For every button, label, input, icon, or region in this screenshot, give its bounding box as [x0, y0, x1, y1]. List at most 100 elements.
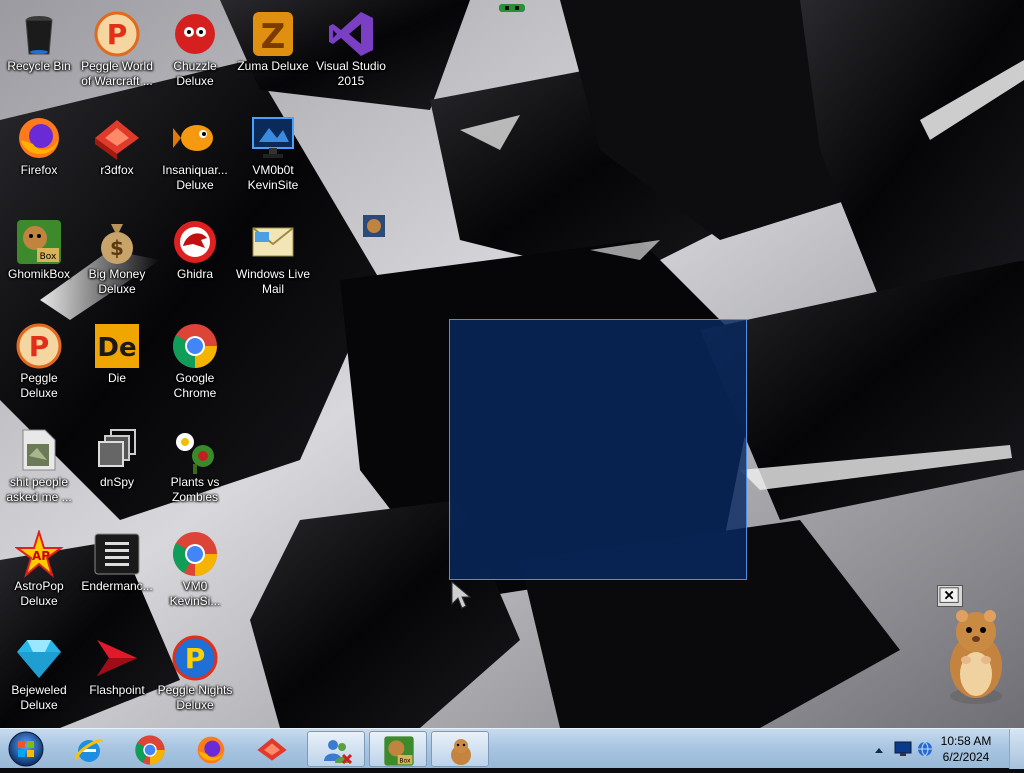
mail-icon: [249, 218, 297, 266]
hamster-box-icon: Box: [15, 218, 63, 266]
desktop-icon-endermanch[interactable]: Endermanc...: [79, 522, 155, 618]
clock[interactable]: 10:58 AM 6/2/2024: [934, 733, 998, 765]
svg-text:Box: Box: [40, 252, 57, 262]
monitor-icon: [249, 114, 297, 162]
desktop-icon-vm0-kevinsite[interactable]: VM0 KevinSi...: [157, 522, 233, 618]
icon-label: AstroPop Deluxe: [14, 579, 64, 608]
flashpoint-icon: [93, 634, 141, 682]
taskbar-users-button[interactable]: [307, 731, 365, 767]
desktop-icon-ghidra[interactable]: Ghidra: [157, 210, 233, 306]
desktop-icon-dnspy[interactable]: dnSpy: [79, 418, 155, 514]
clock-date: 6/2/2024: [942, 750, 990, 764]
desktop-icon-peggle-nights[interactable]: P Peggle Nights Deluxe: [157, 626, 233, 722]
chrome-icon: [171, 322, 219, 370]
recycle-bin-icon: [15, 10, 63, 58]
r3dfox-icon: [93, 114, 141, 162]
icon-label: shit people asked me ...: [6, 475, 72, 504]
icon-label: Peggle World of Warcraft ...: [81, 59, 153, 88]
astropop-icon: AP: [15, 530, 63, 578]
desktop-icon-peggle-wow[interactable]: P Peggle World of Warcraft ...: [79, 2, 155, 98]
svg-text:$: $: [110, 236, 124, 260]
hamster-box-icon: Box: [384, 736, 414, 766]
desktop-icon-big-money[interactable]: $ Big Money Deluxe: [79, 210, 155, 306]
icon-label: Endermanc...: [81, 579, 153, 593]
icon-label: Visual Studio 2015: [316, 59, 386, 88]
desktop-icon-windows-live-mail[interactable]: Windows Live Mail: [235, 210, 311, 306]
die-icon: De: [93, 322, 141, 370]
icon-label: VM0 KevinSi...: [169, 579, 221, 608]
system-tray: 10:58 AM 6/2/2024: [864, 729, 1024, 769]
taskbar-chrome-button[interactable]: [121, 731, 179, 767]
icon-label: Ghidra: [176, 267, 214, 281]
icon-label: Firefox: [20, 163, 58, 177]
money-bag-icon: $: [93, 218, 141, 266]
icon-label: VM0b0t KevinSite: [247, 163, 299, 192]
icon-label: Recycle Bin: [7, 59, 71, 73]
desktop-icon-google-chrome[interactable]: Google Chrome: [157, 314, 233, 410]
icon-label: Google Chrome: [173, 371, 217, 400]
start-button[interactable]: [6, 730, 46, 768]
taskbar: Box 10:58 AM 6/2/2024: [0, 728, 1024, 769]
chuzzle-icon: [171, 10, 219, 58]
desktop-icon-r3dfox[interactable]: r3dfox: [79, 106, 155, 202]
desktop-icon-zuma[interactable]: Z Zuma Deluxe: [235, 2, 311, 98]
taskbar-firefox-button[interactable]: [182, 731, 240, 767]
icon-label: GhomikBox: [7, 267, 71, 281]
selection-rectangle: [449, 319, 747, 580]
icon-label: r3dfox: [100, 163, 134, 177]
icon-label: Die: [107, 371, 126, 385]
zuma-icon: Z: [249, 10, 297, 58]
taskbar-r3dfox-button[interactable]: [243, 731, 301, 767]
peggle-icon: P: [15, 322, 63, 370]
chrome-icon: [171, 530, 219, 578]
taskbar-ghomikbox-button[interactable]: Box: [369, 731, 427, 767]
ghidra-dragon-icon: [171, 218, 219, 266]
desktop-icon-astropop[interactable]: AP AstroPop Deluxe: [1, 522, 77, 618]
desktop-icon-peggle-deluxe[interactable]: P Peggle Deluxe: [1, 314, 77, 410]
console-icon: [93, 530, 141, 578]
svg-text:AP: AP: [32, 549, 50, 563]
desktop-icon-shit-people[interactable]: shit people asked me ...: [1, 418, 77, 514]
internet-explorer-icon: [75, 739, 103, 762]
desktop-icon-recycle-bin[interactable]: Recycle Bin: [1, 2, 77, 98]
monitor-icon[interactable]: [894, 741, 912, 757]
icon-label: Flashpoint: [89, 683, 145, 697]
desktop-icon-flashpoint[interactable]: Flashpoint: [79, 626, 155, 722]
desktop[interactable]: Recycle Bin Firefox Box GhomikBox P Pegg…: [0, 0, 1024, 728]
fish-icon: [171, 114, 219, 162]
desktop-icon-bejeweled[interactable]: Bejeweled Deluxe: [1, 626, 77, 722]
desktop-icon-firefox[interactable]: Firefox: [1, 106, 77, 202]
svg-text:P: P: [185, 642, 206, 675]
svg-text:P: P: [29, 330, 50, 363]
desktop-icon-vm0b0t[interactable]: VM0b0t KevinSite: [235, 106, 311, 202]
taskbar-hamster-button[interactable]: [431, 731, 489, 767]
plant-icon: [171, 426, 219, 474]
close-icon[interactable]: [937, 585, 963, 607]
firefox-icon: [15, 114, 63, 162]
small-desktop-item-icon[interactable]: [362, 214, 386, 238]
show-hidden-icons-icon[interactable]: [874, 743, 884, 753]
r3dfox-icon: [257, 738, 287, 761]
icon-label: dnSpy: [99, 475, 135, 489]
desktop-icon-insaniquarium[interactable]: Insaniquar... Deluxe: [157, 106, 233, 202]
icon-label: Insaniquar... Deluxe: [162, 163, 228, 192]
icon-label: Chuzzle Deluxe: [173, 59, 217, 88]
desktop-icon-chuzzle[interactable]: Chuzzle Deluxe: [157, 2, 233, 98]
desktop-icon-die[interactable]: De Die: [79, 314, 155, 410]
desktop-icon-plants-vs-zombies[interactable]: Plants vs Zombies: [157, 418, 233, 514]
icon-label: Zuma Deluxe: [237, 59, 309, 73]
svg-text:De: De: [97, 333, 136, 363]
svg-text:Box: Box: [399, 757, 411, 764]
hamster-icon: [451, 739, 471, 765]
network-icon[interactable]: [916, 740, 934, 758]
gem-icon: [15, 634, 63, 682]
top-gadget-icon: [497, 0, 527, 14]
svg-text:P: P: [107, 18, 128, 51]
taskbar-internet-explorer-button[interactable]: [60, 731, 118, 767]
desktop-icon-visual-studio[interactable]: Visual Studio 2015: [313, 2, 389, 98]
show-desktop-button[interactable]: [1009, 729, 1024, 769]
svg-text:Z: Z: [261, 17, 286, 57]
desktop-icon-ghomikbox[interactable]: Box GhomikBox: [1, 210, 77, 306]
peggle-icon: P: [93, 10, 141, 58]
file-icon: [15, 426, 63, 474]
